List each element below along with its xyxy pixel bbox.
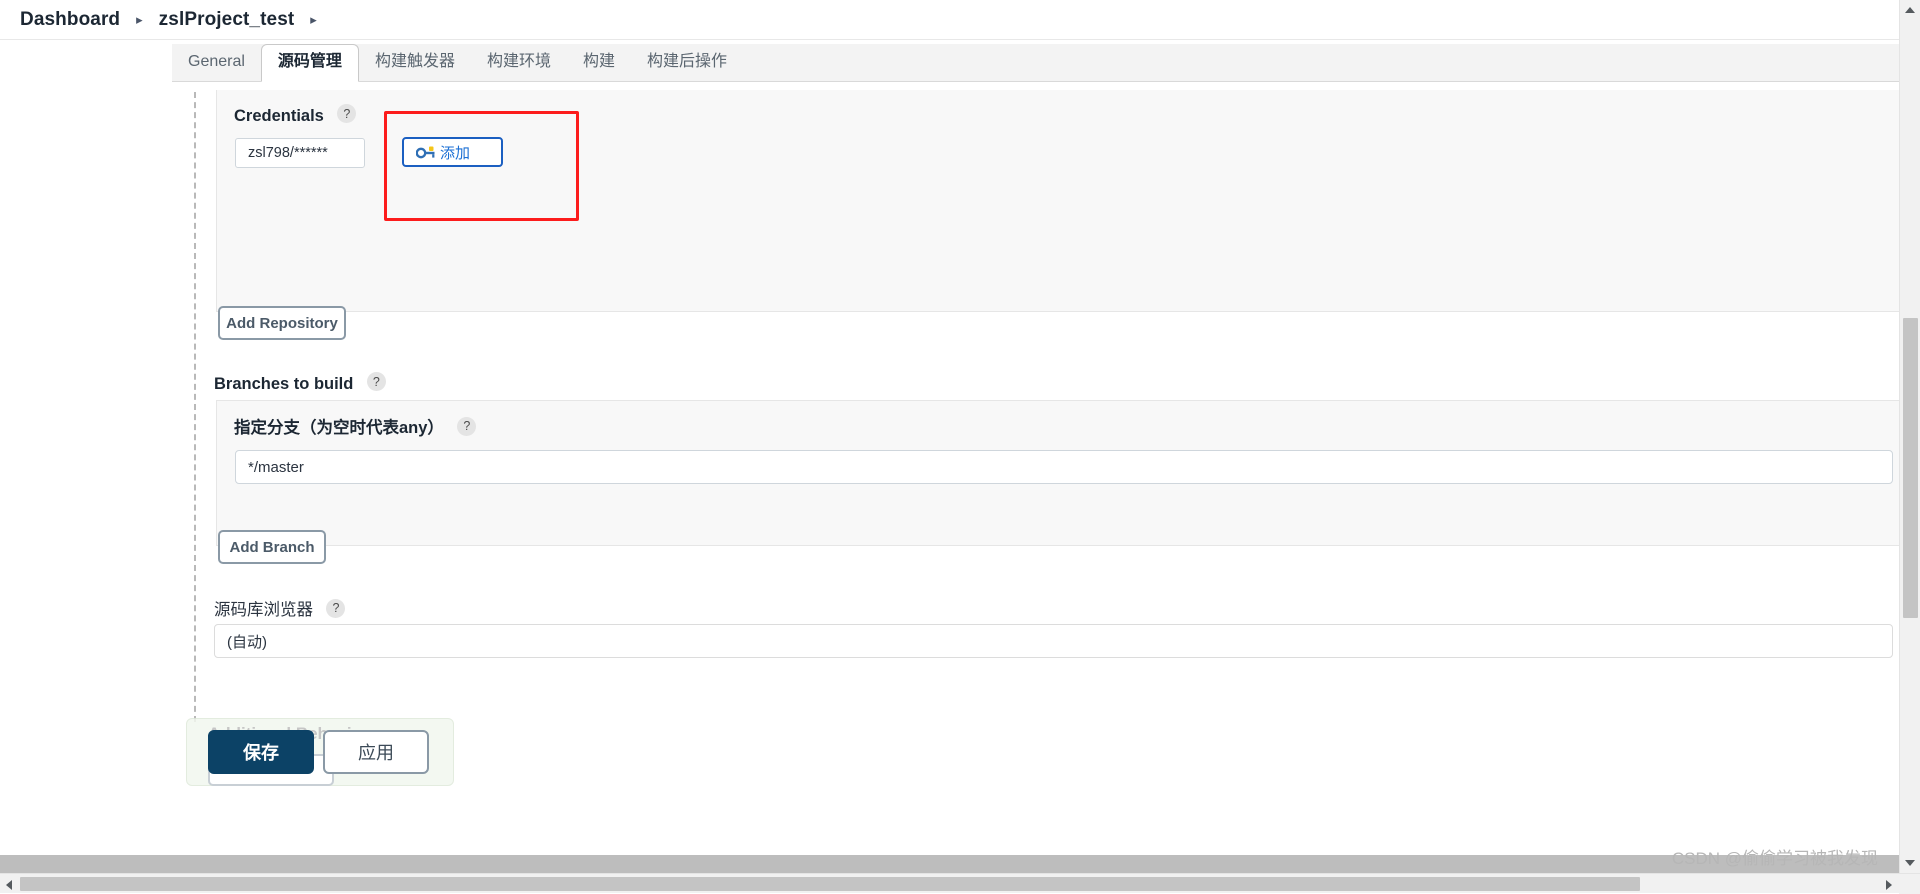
tab-post-build-actions[interactable]: 构建后操作 bbox=[631, 45, 743, 81]
scm-config-form: Credentials ? zsl798/****** 添加 Add Repo bbox=[172, 82, 1908, 852]
branch-specifier-input[interactable]: */master bbox=[235, 450, 1893, 484]
scroll-down-arrow-icon[interactable] bbox=[1905, 860, 1915, 866]
add-credentials-button[interactable]: 添加 bbox=[402, 137, 503, 167]
credentials-select[interactable]: zsl798/****** bbox=[235, 138, 365, 168]
save-button[interactable]: 保存 bbox=[208, 730, 314, 774]
tab-source-code-management[interactable]: 源码管理 bbox=[261, 44, 359, 82]
bottom-strip bbox=[0, 855, 1899, 873]
add-repository-button[interactable]: Add Repository bbox=[218, 306, 346, 340]
tab-build-environment[interactable]: 构建环境 bbox=[471, 45, 567, 81]
horizontal-scrollbar[interactable] bbox=[0, 873, 1920, 893]
scrollbar-corner bbox=[1899, 874, 1920, 894]
form-guide-rule bbox=[194, 92, 196, 722]
key-icon bbox=[416, 145, 436, 159]
tab-build-triggers[interactable]: 构建触发器 bbox=[359, 45, 471, 81]
scroll-right-arrow-icon[interactable] bbox=[1886, 880, 1892, 890]
branch-specifier-label-row: 指定分支（为空时代表any） ? bbox=[234, 414, 476, 438]
tab-build[interactable]: 构建 bbox=[567, 45, 631, 81]
add-branch-button[interactable]: Add Branch bbox=[218, 530, 326, 564]
vertical-scroll-thumb[interactable] bbox=[1903, 318, 1918, 618]
breadcrumb-item-project[interactable]: zslProject_test bbox=[159, 9, 295, 31]
breadcrumb-separator-icon: ▸ bbox=[136, 13, 143, 26]
credentials-label-row: Credentials ? bbox=[234, 104, 356, 126]
branches-to-build-label: Branches to build bbox=[214, 375, 353, 394]
breadcrumb: Dashboard ▸ zslProject_test ▸ bbox=[0, 0, 1920, 40]
branch-specifier-help-icon[interactable]: ? bbox=[457, 417, 476, 436]
config-page: General 源码管理 构建触发器 构建环境 构建 构建后操作 Credent… bbox=[0, 40, 1920, 893]
credentials-section bbox=[216, 90, 1908, 312]
branches-to-build-help-icon[interactable]: ? bbox=[367, 372, 386, 391]
config-tab-bar: General 源码管理 构建触发器 构建环境 构建 构建后操作 bbox=[172, 44, 1908, 82]
vertical-scrollbar[interactable] bbox=[1899, 0, 1920, 873]
repository-browser-select[interactable]: (自动) bbox=[214, 624, 1893, 658]
breadcrumb-item-dashboard[interactable]: Dashboard bbox=[20, 9, 120, 31]
repository-browser-label: 源码库浏览器 bbox=[214, 596, 313, 620]
branches-to-build-label-row: Branches to build ? bbox=[214, 372, 386, 394]
credentials-help-icon[interactable]: ? bbox=[337, 104, 356, 123]
watermark: CSDN @偷偷学习被我发现 bbox=[1672, 844, 1878, 869]
repository-browser-help-icon[interactable]: ? bbox=[326, 599, 345, 618]
branch-specifier-label: 指定分支（为空时代表any） bbox=[234, 414, 444, 438]
left-gutter bbox=[0, 40, 172, 893]
scroll-left-arrow-icon[interactable] bbox=[6, 880, 12, 890]
apply-button[interactable]: 应用 bbox=[323, 730, 429, 774]
horizontal-scroll-thumb[interactable] bbox=[20, 877, 1640, 891]
scroll-up-arrow-icon[interactable] bbox=[1905, 7, 1915, 13]
credentials-select-value: zsl798/****** bbox=[248, 145, 338, 161]
add-credentials-label: 添加 bbox=[440, 142, 470, 163]
tab-general[interactable]: General bbox=[172, 45, 261, 81]
breadcrumb-trailing-separator-icon[interactable]: ▸ bbox=[310, 13, 317, 26]
repository-browser-label-row: 源码库浏览器 ? bbox=[214, 596, 345, 620]
credentials-label: Credentials bbox=[234, 107, 324, 126]
